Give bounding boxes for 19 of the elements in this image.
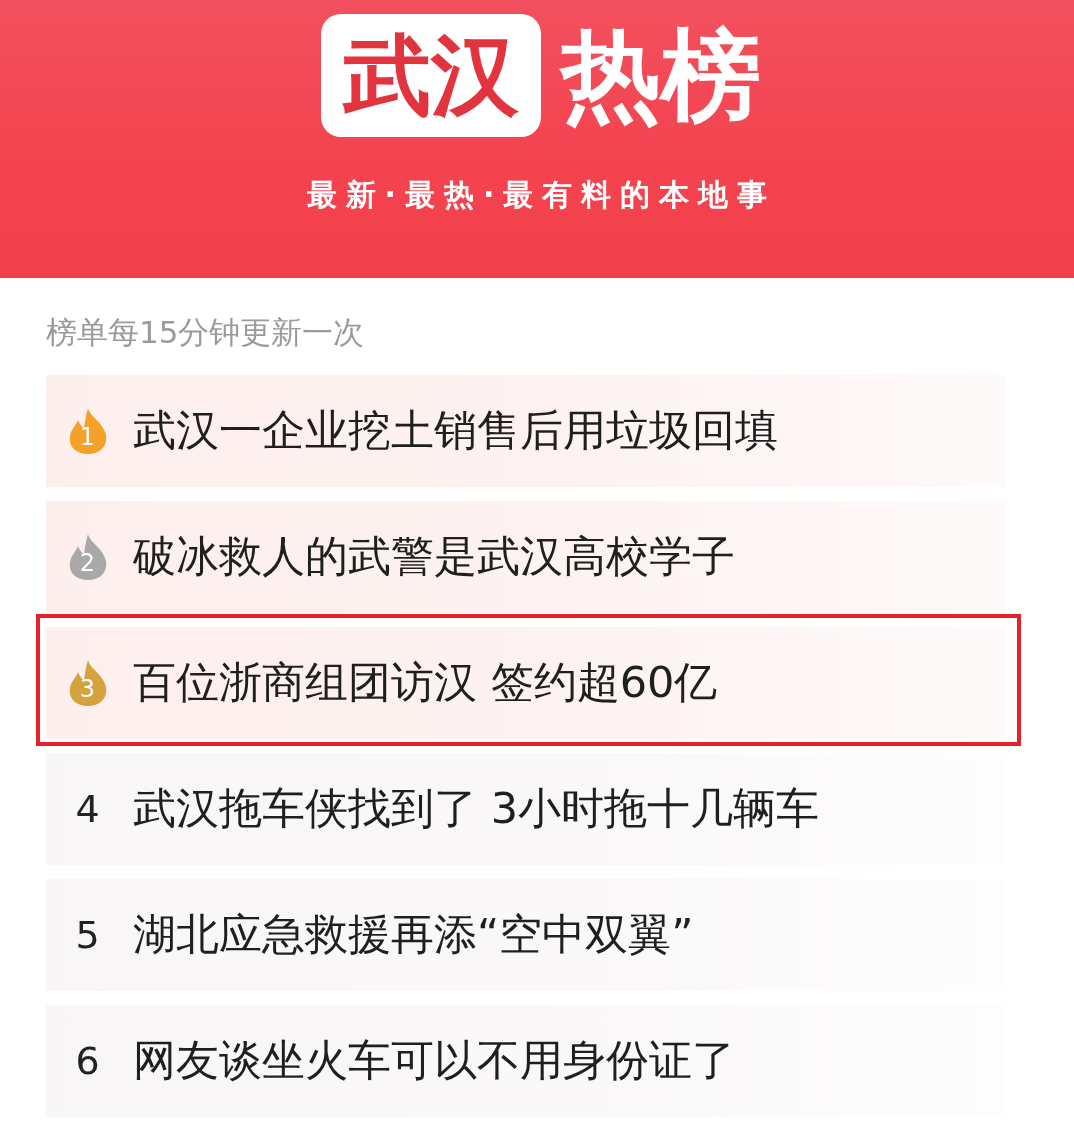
rank-number: 4: [75, 790, 100, 829]
rank-number: 5: [75, 916, 100, 955]
news-title: 网友谈坐火车可以不用身份证了: [133, 1035, 735, 1087]
hot-list-item[interactable]: 3 百位浙商组团访汉 签约超60亿: [46, 627, 1006, 740]
news-title: 湖北应急救援再添“空中双翼”: [133, 909, 694, 961]
news-title: 武汉拖车侠找到了 3小时拖十几辆车: [133, 783, 820, 835]
banner-title: 热榜: [561, 20, 761, 131]
rank-number: 6: [75, 1042, 100, 1081]
news-title: 破冰救人的武警是武汉高校学子: [133, 531, 735, 583]
update-note: 榜单每15分钟更新一次: [46, 314, 365, 352]
news-title: 武汉一企业挖土销售后用垃圾回填: [133, 405, 778, 457]
news-title: 百位浙商组团访汉 签约超60亿: [133, 657, 718, 709]
hot-list-item[interactable]: 1 武汉一企业挖土销售后用垃圾回填: [46, 375, 1006, 488]
hot-list-item[interactable]: 2 破冰救人的武警是武汉高校学子: [46, 501, 1006, 614]
rank-number: 2: [78, 551, 97, 576]
rank-number: 1: [78, 425, 97, 450]
rank-number: 3: [78, 677, 97, 702]
logo-badge: 武汉: [321, 14, 541, 137]
banner-subtitle: 最新·最热·最有料的本地事: [305, 177, 777, 213]
